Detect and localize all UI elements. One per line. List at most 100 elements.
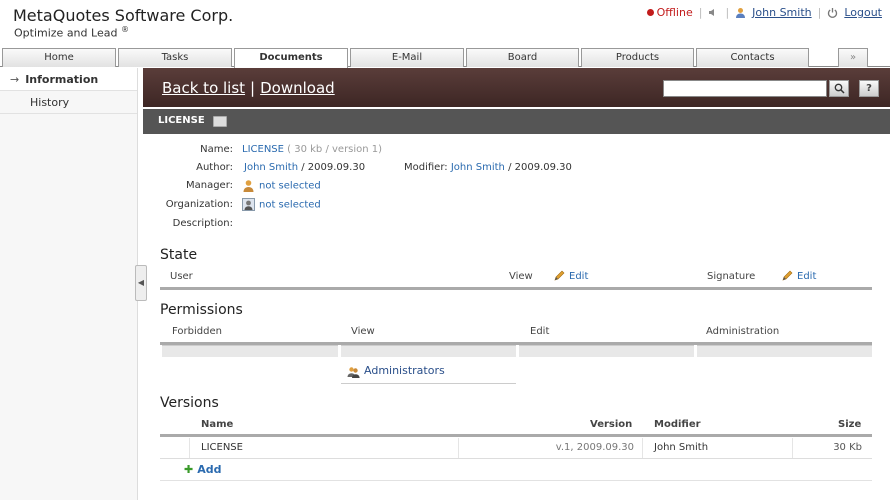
group-icon bbox=[347, 366, 360, 378]
power-icon bbox=[828, 8, 838, 18]
version-size: 30 Kb bbox=[833, 442, 862, 453]
main-tabs: Home Tasks Documents E-Mail Board Produc… bbox=[0, 48, 890, 68]
permissions-title: Permissions bbox=[160, 302, 243, 318]
user-link[interactable]: John Smith bbox=[752, 6, 811, 19]
perm-edit-header: Edit bbox=[530, 326, 550, 337]
search-icon bbox=[834, 83, 845, 94]
add-version-button[interactable]: ✚ Add bbox=[184, 463, 221, 476]
author-value: John Smith / 2009.09.30 bbox=[244, 162, 366, 173]
modifier-label: Modifier: bbox=[404, 162, 448, 173]
state-signature-header: Signature bbox=[707, 271, 756, 282]
manager-value: not selected bbox=[242, 179, 321, 192]
toolbar: Back to list | Download ? bbox=[143, 68, 890, 107]
versions-name-header: Name bbox=[201, 419, 234, 430]
file-meta: ( 30 kb / version 1) bbox=[287, 144, 383, 155]
arrow-right-icon: → bbox=[10, 73, 20, 86]
tab-email[interactable]: E-Mail bbox=[350, 48, 464, 67]
version-name: LICENSE bbox=[201, 442, 243, 453]
perm-forbidden-header: Forbidden bbox=[172, 326, 222, 337]
versions-divider bbox=[160, 434, 872, 437]
print-icon[interactable] bbox=[213, 116, 227, 127]
brand-title: MetaQuotes Software Corp. bbox=[13, 6, 234, 25]
download-link[interactable]: Download bbox=[260, 79, 335, 97]
name-label: Name: bbox=[200, 144, 233, 155]
perm-view-dropzone[interactable] bbox=[341, 345, 516, 357]
author-label: Author: bbox=[196, 162, 233, 173]
tagline-mark: ® bbox=[120, 25, 129, 34]
perm-edit-dropzone[interactable] bbox=[519, 345, 694, 357]
header: MetaQuotes Software Corp. Optimize and L… bbox=[0, 0, 890, 48]
divider: | bbox=[698, 6, 703, 19]
pencil-icon bbox=[554, 270, 565, 281]
tab-products[interactable]: Products bbox=[581, 48, 694, 67]
state-view-header: View bbox=[509, 271, 533, 282]
toolbar-separator: | bbox=[250, 79, 256, 97]
tab-documents[interactable]: Documents bbox=[234, 48, 348, 68]
perm-view-entry[interactable]: Administrators bbox=[347, 364, 445, 378]
author-link[interactable]: John Smith bbox=[244, 162, 298, 173]
version-modifier-link[interactable]: John Smith bbox=[654, 442, 708, 453]
content: Back to list | Download ? LICENSE Name: LI… bbox=[143, 68, 890, 500]
versions-modifier-header: Modifier bbox=[654, 419, 701, 430]
document-title-bar: LICENSE bbox=[143, 109, 890, 134]
file-name-link[interactable]: LICENSE bbox=[242, 144, 284, 155]
administrators-link: Administrators bbox=[364, 364, 445, 377]
modifier-link[interactable]: John Smith bbox=[451, 162, 505, 173]
versions-title: Versions bbox=[160, 395, 219, 411]
table-row[interactable]: LICENSE v.1, 2009.09.30 John Smith 30 Kb bbox=[160, 438, 872, 459]
toolbar-links: Back to list | Download bbox=[162, 79, 335, 97]
perm-view-header: View bbox=[351, 326, 375, 337]
size-cell-divider bbox=[792, 438, 793, 458]
modifier-field: Modifier: John Smith / 2009.09.30 bbox=[404, 162, 572, 173]
tab-home[interactable]: Home bbox=[2, 48, 116, 67]
versions-version-header: Version bbox=[590, 419, 633, 430]
tab-tasks[interactable]: Tasks bbox=[118, 48, 232, 67]
organization-label: Organization: bbox=[165, 199, 233, 210]
description-label: Description: bbox=[172, 218, 233, 229]
tab-contacts[interactable]: Contacts bbox=[696, 48, 809, 67]
tagline: Optimize and Lead ® bbox=[14, 25, 129, 40]
organization-select-link[interactable]: not selected bbox=[259, 200, 321, 211]
pencil-icon bbox=[782, 270, 793, 281]
add-divider bbox=[160, 480, 872, 481]
versions-size-header: Size bbox=[838, 419, 862, 430]
state-view-edit[interactable]: Edit bbox=[553, 270, 588, 282]
help-button[interactable]: ? bbox=[859, 80, 879, 97]
document-title: LICENSE bbox=[158, 115, 205, 126]
perm-admin-dropzone[interactable] bbox=[697, 345, 872, 357]
state-user-header: User bbox=[170, 271, 193, 282]
perm-view-entry-divider bbox=[341, 383, 516, 384]
divider: | bbox=[817, 6, 822, 19]
user-icon bbox=[736, 8, 746, 18]
manager-select-link[interactable]: not selected bbox=[259, 181, 321, 192]
tab-more[interactable]: » bbox=[838, 48, 868, 67]
sidebar: → Information History bbox=[0, 68, 138, 500]
version-value: v.1, 2009.09.30 bbox=[555, 442, 634, 453]
state-view-edit-link: Edit bbox=[569, 271, 589, 282]
search-button[interactable] bbox=[829, 80, 849, 97]
state-signature-edit-link: Edit bbox=[797, 271, 817, 282]
state-title: State bbox=[160, 247, 198, 263]
plus-icon: ✚ bbox=[184, 463, 194, 476]
speaker-icon[interactable] bbox=[708, 7, 719, 18]
manager-label: Manager: bbox=[185, 180, 233, 191]
status-offline[interactable]: Offline bbox=[646, 6, 693, 19]
back-to-list-link[interactable]: Back to list bbox=[162, 79, 245, 97]
name-value: LICENSE ( 30 kb / version 1) bbox=[242, 144, 382, 155]
status-dot-icon bbox=[646, 9, 654, 16]
logout-link[interactable]: Logout bbox=[844, 6, 882, 19]
perm-admin-header: Administration bbox=[706, 326, 780, 337]
perm-forbidden-dropzone[interactable] bbox=[162, 345, 338, 357]
tab-board[interactable]: Board bbox=[466, 48, 579, 67]
search-input[interactable] bbox=[663, 80, 827, 97]
row-handle bbox=[160, 438, 190, 458]
state-divider bbox=[160, 287, 872, 290]
divider: | bbox=[725, 6, 730, 19]
sidebar-item-history[interactable]: History bbox=[0, 91, 137, 114]
user-icon bbox=[243, 180, 254, 192]
organization-icon bbox=[242, 198, 255, 211]
user-bar: Offline | | John Smith | Logout bbox=[646, 6, 882, 19]
state-signature-edit[interactable]: Edit bbox=[781, 270, 816, 282]
sidebar-item-information[interactable]: → Information bbox=[0, 68, 137, 91]
organization-value: not selected bbox=[242, 198, 321, 211]
